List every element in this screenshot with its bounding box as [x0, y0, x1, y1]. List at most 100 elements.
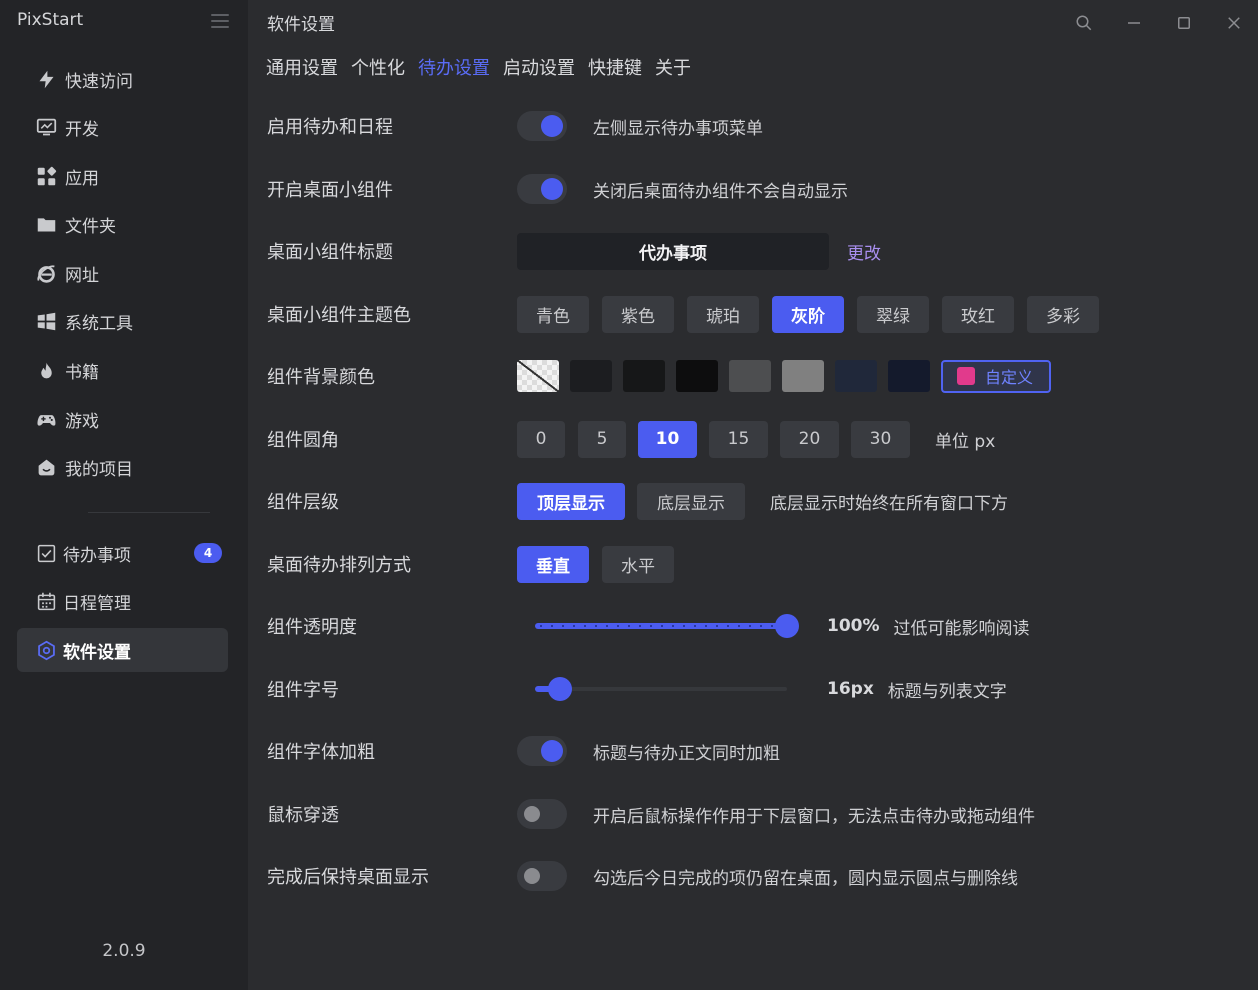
- tab-shortcuts[interactable]: 快捷键: [588, 54, 642, 80]
- radius-option-0[interactable]: 0: [517, 420, 565, 458]
- sidebar-divider: [88, 512, 210, 513]
- theme-option-multicolor[interactable]: 多彩: [1027, 295, 1099, 333]
- page-title: 软件设置: [267, 15, 335, 35]
- theme-option-gray[interactable]: 灰阶: [772, 295, 844, 333]
- menu-icon[interactable]: [211, 14, 229, 30]
- setting-opacity: 组件透明度 100% 过低可能影响阅读: [267, 606, 1247, 646]
- font-size-slider[interactable]: [535, 676, 787, 702]
- slider-tick: [771, 625, 773, 627]
- slider-thumb[interactable]: [548, 677, 572, 701]
- change-title-link[interactable]: 更改: [847, 239, 881, 264]
- setting-description: 标题与列表文字: [887, 681, 1007, 702]
- radius-option-30[interactable]: 30: [851, 420, 910, 458]
- sidebar-item-quick-access[interactable]: 快速访问: [17, 57, 228, 101]
- sidebar-item-urls[interactable]: 网址: [17, 251, 228, 295]
- sidebar-item-label: 待办事项: [63, 545, 131, 566]
- setting-click-through: 鼠标穿透 开启后鼠标操作作用于下层窗口，无法点击待办或拖动组件: [267, 794, 1247, 834]
- sidebar-item-games[interactable]: 游戏: [17, 397, 228, 441]
- bg-swatch[interactable]: [782, 360, 824, 392]
- bold-toggle[interactable]: [517, 736, 567, 766]
- monitor-icon: [35, 117, 57, 139]
- setting-keep-done: 完成后保持桌面显示 勾选后今日完成的项仍留在桌面，圆内显示圆点与删除线: [267, 856, 1247, 896]
- theme-option-cyan[interactable]: 青色: [517, 295, 589, 333]
- radius-option-10[interactable]: 10: [638, 420, 697, 458]
- slider-tick: [540, 625, 542, 627]
- sidebar-item-label: 日程管理: [63, 594, 131, 614]
- setting-description: 开启后鼠标操作作用于下层窗口，无法点击待办或拖动组件: [593, 806, 1035, 827]
- slider-thumb[interactable]: [775, 614, 799, 638]
- bg-swatch[interactable]: [729, 360, 771, 392]
- radius-option-20[interactable]: 20: [780, 420, 839, 458]
- slider-tick: [760, 625, 762, 627]
- layer-option-top[interactable]: 顶层显示: [517, 482, 625, 520]
- slider-tick: [672, 625, 674, 627]
- sidebar-item-settings[interactable]: 软件设置: [17, 628, 228, 672]
- slider-tick: [628, 625, 630, 627]
- setting-label: 桌面小组件主题色: [267, 305, 411, 326]
- app-title: PixStart: [17, 10, 84, 30]
- sidebar-item-label: 软件设置: [63, 642, 131, 663]
- sidebar-item-books[interactable]: 书籍: [17, 349, 228, 393]
- theme-option-amber[interactable]: 琥珀: [687, 295, 759, 333]
- tab-about[interactable]: 关于: [655, 54, 691, 80]
- slider-tick: [606, 625, 608, 627]
- bg-swatch[interactable]: [676, 360, 718, 392]
- sidebar-item-label: 网址: [65, 265, 99, 286]
- settings-tabs: 通用设置 个性化 待办设置 启动设置 快捷键 关于: [266, 54, 704, 80]
- setting-label: 启用待办和日程: [267, 117, 393, 138]
- sidebar: PixStart 快速访问 开发 应用 文件夹 网址 系统工具 书籍 游戏 我的…: [0, 0, 248, 990]
- sidebar-item-dev[interactable]: 开发: [17, 106, 228, 150]
- setting-widget-title: 桌面小组件标题 更改: [267, 231, 1247, 271]
- setting-description: 底层显示时始终在所有窗口下方: [770, 493, 1008, 514]
- custom-color-button[interactable]: 自定义: [941, 359, 1051, 393]
- radius-option-5[interactable]: 5: [578, 420, 626, 458]
- enable-todo-toggle[interactable]: [517, 111, 567, 141]
- sidebar-item-apps[interactable]: 应用: [17, 154, 228, 198]
- keep-done-toggle[interactable]: [517, 861, 567, 891]
- click-through-toggle[interactable]: [517, 799, 567, 829]
- bg-swatch[interactable]: [623, 360, 665, 392]
- bg-swatch-transparent[interactable]: [517, 360, 559, 392]
- bg-swatch[interactable]: [888, 360, 930, 392]
- slider-tick: [683, 625, 685, 627]
- sidebar-item-my-projects[interactable]: 我的项目: [17, 446, 228, 490]
- tab-personalize[interactable]: 个性化: [351, 54, 405, 80]
- bg-swatch[interactable]: [835, 360, 877, 392]
- slider-tick: [661, 625, 663, 627]
- folder-icon: [35, 214, 57, 236]
- theme-option-purple[interactable]: 紫色: [602, 295, 674, 333]
- arrange-option-horizontal[interactable]: 水平: [602, 545, 674, 583]
- tab-todo-settings[interactable]: 待办设置: [418, 54, 490, 80]
- opacity-slider[interactable]: [535, 613, 799, 639]
- tab-general[interactable]: 通用设置: [266, 54, 338, 80]
- windows-icon: [35, 311, 57, 333]
- gamepad-icon: [35, 408, 57, 430]
- bg-swatch[interactable]: [570, 360, 612, 392]
- layer-option-bottom[interactable]: 底层显示: [637, 482, 745, 520]
- slider-tick: [617, 625, 619, 627]
- todo-count-badge: 4: [194, 543, 222, 563]
- sidebar-item-schedule[interactable]: 日程管理: [17, 580, 228, 624]
- setting-bold: 组件字体加粗 标题与待办正文同时加粗: [267, 731, 1247, 771]
- desktop-widget-toggle[interactable]: [517, 174, 567, 204]
- setting-radius: 组件圆角 0 5 10 15 20 30 单位 px: [267, 419, 1247, 459]
- slider-tick: [595, 625, 597, 627]
- slider-tick: [749, 625, 751, 627]
- slider-tick: [716, 625, 718, 627]
- theme-option-green[interactable]: 翠绿: [857, 295, 929, 333]
- close-icon[interactable]: [1223, 12, 1245, 34]
- setting-label: 组件圆角: [267, 430, 339, 451]
- sidebar-item-folder[interactable]: 文件夹: [17, 203, 228, 247]
- widget-title-input[interactable]: [517, 232, 829, 270]
- maximize-icon[interactable]: [1173, 12, 1195, 34]
- setting-description: 左侧显示待办事项菜单: [593, 118, 763, 139]
- font-size-value: 16px: [827, 679, 874, 699]
- tab-startup[interactable]: 启动设置: [503, 54, 575, 80]
- arrange-option-vertical[interactable]: 垂直: [517, 545, 589, 583]
- sidebar-item-system-tools[interactable]: 系统工具: [17, 300, 228, 344]
- search-icon[interactable]: [1073, 12, 1095, 34]
- minimize-icon[interactable]: [1123, 12, 1145, 34]
- sidebar-item-todo[interactable]: 待办事项 4: [17, 531, 228, 575]
- radius-option-15[interactable]: 15: [709, 420, 768, 458]
- theme-option-rose[interactable]: 玫红: [942, 295, 1014, 333]
